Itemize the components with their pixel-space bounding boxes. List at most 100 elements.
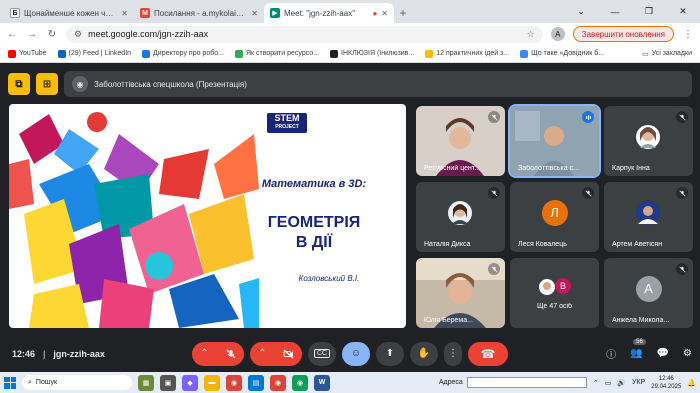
mic-off-icon xyxy=(488,263,500,275)
chevron-up-icon[interactable]: ⌃ xyxy=(200,348,208,359)
search-icon: ⌕ xyxy=(28,378,32,386)
site-info-icon[interactable]: ⚙ xyxy=(74,29,82,40)
meeting-details-icon[interactable]: ⓘ xyxy=(606,346,616,361)
emoji-button[interactable]: ☺ xyxy=(342,341,370,366)
bookmark-youtube[interactable]: YouTube xyxy=(8,49,47,58)
participant-tile[interactable]: Карпук Інна xyxy=(604,106,693,176)
captions-button[interactable]: CC xyxy=(308,341,336,366)
volume-icon[interactable]: 🔊 xyxy=(617,379,626,387)
browser-tab-gmail[interactable]: M Посилання - a.mykolaichuk@vip ✕ xyxy=(134,3,264,23)
participant-tile[interactable]: Л Леся Ковалець xyxy=(510,182,599,252)
word-icon[interactable]: W xyxy=(314,374,330,391)
bookmark-star-icon[interactable]: ☆ xyxy=(527,29,535,40)
copilot-icon[interactable]: ◆ xyxy=(182,374,198,391)
chrome-icon[interactable]: ◉ xyxy=(292,374,308,391)
notifications-icon[interactable]: 🔔 xyxy=(687,379,696,387)
back-arrow-icon[interactable]: ← xyxy=(6,29,18,40)
hang-up-icon: ☎ xyxy=(480,346,496,361)
file-explorer-icon[interactable]: ▬ xyxy=(204,374,220,391)
all-bookmarks[interactable]: ▭ Усі закладки xyxy=(642,50,692,58)
geometric-shapes-illustration xyxy=(9,112,259,328)
clock[interactable]: 12:46 29.04.2025 xyxy=(651,375,681,391)
windows-start-icon[interactable] xyxy=(4,376,16,389)
close-tab-icon[interactable]: ✕ xyxy=(381,9,388,18)
people-button[interactable]: 👥 56 xyxy=(630,339,646,359)
browser-tab-news[interactable]: Б Щонайменше кожен четвертий ✕ xyxy=(4,3,134,23)
bookmark-label: (29) Feed | LinkedIn xyxy=(68,50,132,57)
taskbar-search[interactable]: ⌕ Пошук xyxy=(22,375,132,390)
bookmark-director[interactable]: Директору про робо... xyxy=(142,49,224,58)
people-count-badge: 56 xyxy=(633,339,646,345)
system-tray: Адреса ⌃ ▭ 🔊 УКР 12:46 29.04.2025 🔔 xyxy=(439,375,696,391)
reload-icon[interactable]: ↻ xyxy=(46,29,58,40)
presenter-layout-icon[interactable]: ⊞ xyxy=(36,73,58,95)
mic-off-icon xyxy=(488,187,500,199)
address-input[interactable] xyxy=(466,377,587,388)
address-bar[interactable]: ⚙ meet.google.com/jgn-zzih-aax ☆ xyxy=(66,25,543,43)
participant-tile[interactable]: Юлія Берема... xyxy=(416,258,505,328)
chevron-up-icon[interactable]: ⌃ xyxy=(258,348,266,359)
participant-avatar: Л xyxy=(541,199,568,226)
close-tab-icon[interactable]: ✕ xyxy=(121,9,128,18)
participant-tile[interactable]: Заболоттівська с... xyxy=(510,106,599,176)
more-participants-tile[interactable]: В Ще 47 осіб xyxy=(510,258,599,328)
close-window-button[interactable]: ✕ xyxy=(666,6,700,17)
participant-tile[interactable]: Артем Аветісян xyxy=(604,182,693,252)
mic-off-icon xyxy=(676,263,688,275)
tab-search-icon[interactable]: ⌄ xyxy=(564,6,598,17)
task-view-icon[interactable]: ▣ xyxy=(160,374,176,391)
microphone-button[interactable]: ⌃ xyxy=(192,341,244,366)
site-icon xyxy=(142,49,151,58)
bookmark-label: YouTube xyxy=(19,50,47,57)
meeting-code: jgn-zzih-aax xyxy=(53,348,105,359)
network-icon[interactable]: ▭ xyxy=(605,379,612,387)
site-icon xyxy=(330,49,339,58)
new-tab-button[interactable]: + xyxy=(394,3,412,23)
chevron-up-icon[interactable]: ⌃ xyxy=(593,379,599,387)
profile-avatar[interactable]: A xyxy=(550,27,565,41)
meeting-info: 12:46 | jgn-zzih-aax xyxy=(12,349,105,359)
close-tab-icon[interactable]: ✕ xyxy=(251,9,258,18)
activities-icon[interactable]: ⚙ xyxy=(683,348,692,359)
present-button[interactable]: ⬆ xyxy=(376,341,404,366)
site-icon xyxy=(234,49,243,58)
bookmark-linkedin[interactable]: (29) Feed | LinkedIn xyxy=(57,49,132,58)
mic-off-icon xyxy=(226,349,236,358)
participant-name: Юлія Берема... xyxy=(424,317,473,324)
more-options-button[interactable]: ⋮ xyxy=(444,341,462,366)
chrome-icon[interactable]: ◉ xyxy=(270,374,286,391)
youtube-icon xyxy=(8,49,16,58)
presentation-bar: ◉ Заболоттівська спецшкола (Презентація) xyxy=(64,71,692,97)
bookmark-resource[interactable]: Як створити ресурсо... xyxy=(234,49,319,58)
bookmark-label: Директору про робо... xyxy=(153,50,224,57)
camera-button[interactable]: ⌃ xyxy=(250,341,302,366)
bookmarks-bar: YouTube (29) Feed | LinkedIn Директору п… xyxy=(0,45,700,63)
widgets-icon[interactable]: ▦ xyxy=(138,374,154,391)
bookmark-inclusion[interactable]: ІНКЛЮЗІЯ (Інклюзив... xyxy=(330,49,415,58)
windows-taskbar: ⌕ Пошук ▦ ▣ ◆ ▬ ◉ ▤ ◉ ◉ W Адреса ⌃ ▭ 🔊 У… xyxy=(0,372,700,393)
presentation-toggle-icon[interactable]: ⧉ xyxy=(8,73,30,95)
raise-hand-button[interactable]: ✋ xyxy=(410,341,438,366)
participant-tile[interactable]: Наталія Дикса xyxy=(416,182,505,252)
hand-icon: ✋ xyxy=(417,348,431,359)
chat-icon[interactable]: 💬 xyxy=(657,348,669,359)
browser-tab-meet[interactable]: ▶ Meet: "jgn-zzih-aax" ● ✕ xyxy=(264,3,394,23)
store-icon[interactable]: ▤ xyxy=(248,374,264,391)
bookmark-ideas[interactable]: 12 практичних ідей з... xyxy=(425,49,509,58)
bookmark-guide[interactable]: Що таке «Довідник б... xyxy=(520,49,604,58)
update-browser-button[interactable]: Завершити оновлення xyxy=(572,26,674,42)
forward-arrow-icon[interactable]: → xyxy=(26,29,38,40)
folder-icon: ▭ xyxy=(642,50,649,58)
speaking-indicator-icon xyxy=(582,111,594,123)
minimize-button[interactable]: — xyxy=(598,7,632,17)
more-menu-icon[interactable]: ⋮ xyxy=(682,29,694,40)
bookmark-label: ІНКЛЮЗІЯ (Інклюзив... xyxy=(341,50,415,57)
leave-call-button[interactable]: ☎ xyxy=(468,341,508,366)
mic-off-icon xyxy=(676,111,688,123)
restore-button[interactable]: ❐ xyxy=(632,6,666,17)
participant-tile[interactable]: А Анжела Микола... xyxy=(604,258,693,328)
side-panel-controls: ⓘ 👥 56 💬 ⚙ xyxy=(606,339,692,361)
participant-tile[interactable]: Ресурсний цент... xyxy=(416,106,505,176)
chrome-icon[interactable]: ◉ xyxy=(226,374,242,391)
language-indicator[interactable]: УКР xyxy=(632,379,645,386)
